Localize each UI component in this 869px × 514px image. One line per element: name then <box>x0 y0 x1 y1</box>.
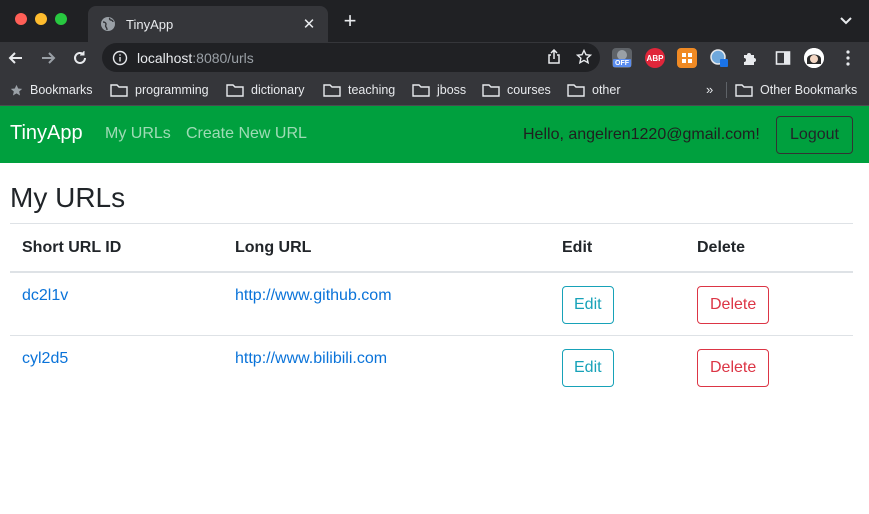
star-icon <box>10 84 23 95</box>
maximize-window-button[interactable] <box>55 13 67 25</box>
bookmark-folder-courses[interactable]: courses <box>482 74 551 106</box>
bookmark-folder-dictionary[interactable]: dictionary <box>226 74 305 106</box>
adblock-extension-icon[interactable]: ABP <box>645 48 665 68</box>
long-url-cell: http://www.github.com <box>223 272 550 336</box>
close-window-button[interactable] <box>15 13 27 25</box>
user-greeting: Hello, angelren1220@gmail.com! <box>523 126 760 143</box>
bookmarks-bar: Bookmarks programming dictionary teachin… <box>0 74 869 106</box>
grid-extension-icon[interactable] <box>677 48 697 68</box>
bookmark-folder-programming[interactable]: programming <box>110 74 209 106</box>
bookmark-folder-jboss[interactable]: jboss <box>412 74 466 106</box>
long-url-link[interactable]: http://www.bilibili.com <box>235 350 387 367</box>
folder-icon <box>412 84 430 97</box>
column-header-long-url: Long URL <box>223 224 550 273</box>
puzzle-extensions-icon[interactable] <box>740 48 760 68</box>
urls-table: Short URL ID Long URL Edit Delete dc2l1v… <box>10 224 853 398</box>
profile-avatar[interactable] <box>804 48 824 68</box>
main-content: My URLs Short URL ID Long URL Edit Delet… <box>0 163 869 398</box>
browser-toolbar: localhost:8080/urls OFF ABP <box>0 42 869 74</box>
long-url-cell: http://www.bilibili.com <box>223 335 550 398</box>
browser-tab[interactable]: TinyApp ✕ <box>88 6 328 42</box>
short-url-cell: dc2l1v <box>10 272 223 336</box>
edit-button[interactable]: Edit <box>562 348 614 387</box>
url-path: :8080/urls <box>192 49 254 66</box>
folder-icon <box>735 84 753 97</box>
browser-tab-strip: TinyApp ✕ + <box>0 0 869 42</box>
app-navbar: TinyApp My URLs Create New URL Hello, an… <box>0 106 869 163</box>
bookmark-label: Other Bookmarks <box>760 83 858 97</box>
bookmark-folder-other[interactable]: other <box>567 74 621 106</box>
column-header-delete: Delete <box>685 224 853 273</box>
off-extension-icon[interactable]: OFF <box>612 48 632 68</box>
globe-icon <box>100 16 116 32</box>
delete-button[interactable]: Delete <box>697 348 770 387</box>
edit-cell: Edit <box>550 335 685 398</box>
bookmark-folder-teaching[interactable]: teaching <box>323 74 395 106</box>
sidebar-icon[interactable] <box>773 48 793 68</box>
folder-icon <box>323 84 341 97</box>
table-header-row: Short URL ID Long URL Edit Delete <box>10 224 853 273</box>
edit-cell: Edit <box>550 272 685 336</box>
short-url-link[interactable]: cyl2d5 <box>22 350 68 367</box>
long-url-link[interactable]: http://www.github.com <box>235 287 392 304</box>
page-title: My URLs <box>10 163 853 224</box>
bookmark-label: programming <box>135 83 209 97</box>
nav-link-create-new-url[interactable]: Create New URL <box>186 125 307 143</box>
brand-link[interactable]: TinyApp <box>10 122 83 145</box>
short-url-cell: cyl2d5 <box>10 335 223 398</box>
colorzilla-extension-icon[interactable] <box>709 48 729 68</box>
bookmarks-divider <box>726 82 727 98</box>
more-menu-icon[interactable] <box>838 48 858 68</box>
chevron-down-icon[interactable] <box>837 12 855 30</box>
table-row: dc2l1v http://www.github.com Edit Delete <box>10 272 853 336</box>
nav-link-my-urls[interactable]: My URLs <box>105 125 171 143</box>
bookmark-label: dictionary <box>251 83 305 97</box>
bookmarks-star-item[interactable]: Bookmarks <box>10 74 93 106</box>
folder-icon <box>226 84 244 97</box>
reload-icon[interactable] <box>70 48 90 68</box>
delete-button[interactable]: Delete <box>697 286 770 324</box>
info-icon[interactable] <box>112 50 128 66</box>
address-bar[interactable]: localhost:8080/urls <box>102 43 600 72</box>
delete-cell: Delete <box>685 272 853 336</box>
url-host: localhost <box>137 49 193 66</box>
share-icon[interactable] <box>546 48 562 70</box>
folder-icon <box>567 84 585 97</box>
new-tab-button[interactable]: + <box>338 8 362 33</box>
minimize-window-button[interactable] <box>35 13 47 25</box>
delete-cell: Delete <box>685 335 853 398</box>
star-icon[interactable] <box>575 48 593 70</box>
edit-button[interactable]: Edit <box>562 286 614 324</box>
bookmark-label: jboss <box>437 83 467 97</box>
bookmarks-overflow-button[interactable]: » <box>706 82 713 97</box>
bookmark-label: courses <box>507 83 551 97</box>
table-row: cyl2d5 http://www.bilibili.com Edit Dele… <box>10 335 853 398</box>
logout-button[interactable]: Logout <box>776 116 853 154</box>
folder-icon <box>110 84 128 97</box>
bookmark-label: other <box>592 83 621 97</box>
bookmark-label: teaching <box>348 83 396 97</box>
folder-icon <box>482 84 500 97</box>
column-header-short-url: Short URL ID <box>10 224 223 273</box>
back-arrow-icon[interactable] <box>6 48 26 68</box>
column-header-edit: Edit <box>550 224 685 273</box>
tab-title: TinyApp <box>126 16 174 32</box>
bookmark-label: Bookmarks <box>30 83 93 97</box>
short-url-link[interactable]: dc2l1v <box>22 287 68 304</box>
bookmark-folder-other-bookmarks[interactable]: Other Bookmarks <box>735 74 857 106</box>
close-tab-icon[interactable]: ✕ <box>300 15 318 33</box>
forward-arrow-icon[interactable] <box>38 48 58 68</box>
